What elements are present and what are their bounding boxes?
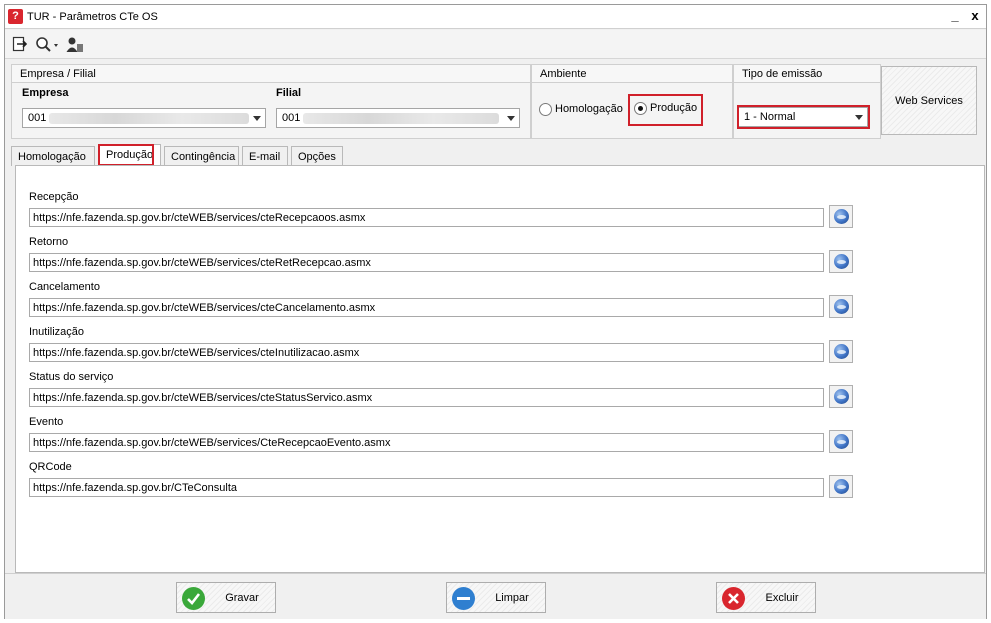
window-title: TUR - Parâmetros CTe OS [27,11,158,23]
tab-homologacao[interactable]: Homologação [11,146,95,166]
radio-homologacao[interactable] [539,103,552,116]
chevron-down-icon [253,116,261,121]
globe-icon [834,344,849,359]
service-url-retorno[interactable]: https://nfe.fazenda.sp.gov.br/cteWEB/ser… [29,253,824,272]
minus-icon [452,587,475,610]
web-services-button[interactable]: Web Services [881,66,977,135]
highlight-box [98,144,154,166]
minimize-button[interactable]: _ [947,8,963,24]
empresa-value: 001 [28,112,47,124]
radio-producao[interactable] [634,102,647,115]
service-url-evento[interactable]: https://nfe.fazenda.sp.gov.br/cteWEB/ser… [29,433,824,452]
service-url-recepcao[interactable]: https://nfe.fazenda.sp.gov.br/cteWEB/ser… [29,208,824,227]
tipo-emissao-header: Tipo de emissão [734,65,880,83]
tab-opcoes[interactable]: Opções [291,146,343,166]
globe-icon [834,299,849,314]
user-icon[interactable] [66,36,84,53]
test-inutilizacao-button[interactable] [829,340,853,363]
search-icon[interactable] [35,36,61,53]
radio-producao-label[interactable]: Produção [650,102,697,114]
test-retorno-button[interactable] [829,250,853,273]
test-recepcao-button[interactable] [829,205,853,228]
test-cancelamento-button[interactable] [829,295,853,318]
service-url-qrcode[interactable]: https://nfe.fazenda.sp.gov.br/CTeConsult… [29,478,824,497]
ambiente-header: Ambiente [532,65,732,83]
clear-button-label: Limpar [495,592,529,604]
footer-bar: Gravar Limpar Excluir [5,573,986,619]
tab-contingencia[interactable]: Contingência [164,146,239,166]
service-label-qrcode: QRCode [29,461,72,473]
globe-icon [834,209,849,224]
globe-icon [834,254,849,269]
service-label-inutilizacao: Inutilização [29,326,85,338]
globe-icon [834,434,849,449]
empresa-filial-panel: Empresa / Filial Empresa 001 Filial 001 [11,64,531,139]
close-button[interactable]: x [967,8,983,24]
redacted-filial-name [303,113,499,124]
empresa-select[interactable]: 001 [22,108,266,128]
redacted-empresa-name [49,113,249,124]
filial-label: Filial [276,87,302,99]
main-window: ? TUR - Parâmetros CTe OS _ x Empresa / … [4,4,987,619]
x-icon [722,587,745,610]
producao-tab-content: Recepção https://nfe.fazenda.sp.gov.br/c… [15,165,985,573]
toolbar [5,30,986,59]
tipo-emissao-panel: Tipo de emissão 1 - Normal [733,64,881,139]
globe-icon [834,479,849,494]
filial-select[interactable]: 001 [276,108,520,128]
radio-homologacao-label[interactable]: Homologação [555,103,623,115]
service-url-inutilizacao[interactable]: https://nfe.fazenda.sp.gov.br/cteWEB/ser… [29,343,824,362]
chevron-down-icon [507,116,515,121]
app-logo-icon: ? [8,9,23,24]
delete-button[interactable]: Excluir [716,582,816,613]
highlight-box [737,105,870,129]
clear-button[interactable]: Limpar [446,582,546,613]
title-bar: ? TUR - Parâmetros CTe OS _ x [5,5,986,29]
service-label-recepcao: Recepção [29,191,79,203]
test-evento-button[interactable] [829,430,853,453]
test-status-button[interactable] [829,385,853,408]
filial-value: 001 [282,112,301,124]
delete-button-label: Excluir [765,592,799,604]
save-button[interactable]: Gravar [176,582,276,613]
empresa-label: Empresa [22,87,69,99]
empresa-filial-header: Empresa / Filial [12,65,530,83]
service-label-evento: Evento [29,416,64,428]
exit-icon[interactable] [12,36,28,53]
service-label-retorno: Retorno [29,236,69,248]
service-label-status: Status do serviço [29,371,114,383]
service-label-cancelamento: Cancelamento [29,281,100,293]
check-icon [182,587,205,610]
tab-email[interactable]: E-mail [242,146,288,166]
test-qrcode-button[interactable] [829,475,853,498]
globe-icon [834,389,849,404]
service-url-cancelamento[interactable]: https://nfe.fazenda.sp.gov.br/cteWEB/ser… [29,298,824,317]
save-button-label: Gravar [225,592,259,604]
service-url-status[interactable]: https://nfe.fazenda.sp.gov.br/cteWEB/ser… [29,388,824,407]
ambiente-panel: Ambiente Homologação Produção [531,64,733,139]
